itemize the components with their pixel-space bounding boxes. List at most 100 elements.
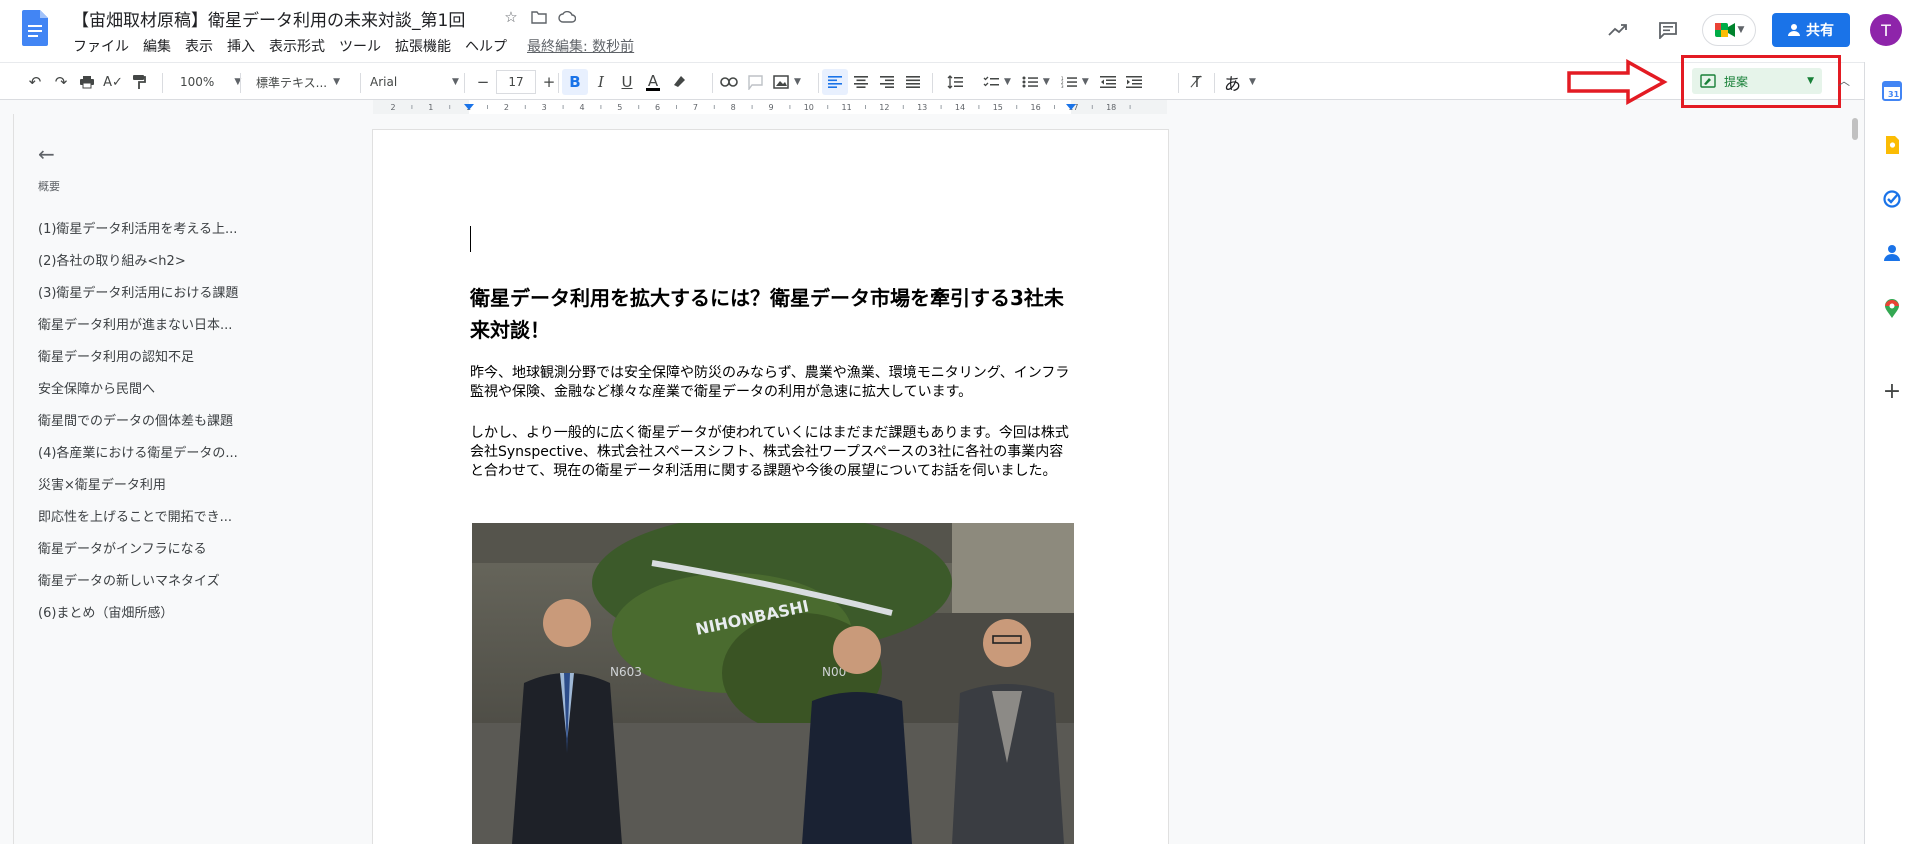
spellcheck-icon[interactable]: A✓ [100, 69, 126, 95]
outline-item[interactable]: 衛星データの新しいマネタイズ [38, 566, 298, 598]
tasks-icon[interactable] [1881, 188, 1903, 210]
paragraph-style-value: 標準テキス... [256, 75, 328, 90]
document-paragraph[interactable]: 昨今、地球観測分野では安全保障や防災のみならず、農業や漁業、環境モニタリング、イ… [470, 364, 1070, 402]
align-right-icon[interactable] [874, 69, 900, 95]
outline-item[interactable]: 衛星データ利用が進まない日本... [38, 310, 298, 342]
meet-caret-icon: ▼ [1737, 25, 1745, 35]
font-caret-icon: ▼ [452, 77, 459, 87]
add-comment-icon[interactable] [742, 69, 768, 95]
menu-insert[interactable]: 挿入 [220, 36, 262, 56]
maps-icon[interactable] [1881, 298, 1903, 320]
outline-item[interactable]: (1)衛星データ利活用を考える上... [38, 214, 298, 246]
increase-indent-icon[interactable] [1121, 69, 1147, 95]
ruler-tick-label: 11 [842, 103, 852, 112]
menu-file[interactable]: ファイル [66, 36, 136, 56]
outline-item[interactable]: (4)各産業における衛星データの... [38, 438, 298, 470]
checklist-icon[interactable] [978, 69, 1004, 95]
menu-tools[interactable]: ツール [332, 36, 388, 56]
outline-item[interactable]: 安全保障から民間へ [38, 374, 298, 406]
outline-item[interactable]: 衛星データ利用の認知不足 [38, 342, 298, 374]
last-edit-link[interactable]: 最終編集: 数秒前 [520, 36, 641, 56]
insert-group: ▼ [716, 63, 801, 101]
vertical-ruler[interactable] [0, 114, 14, 844]
ruler-tick-label: 12 [879, 103, 889, 112]
italic-icon[interactable]: I [588, 69, 614, 95]
font-family-value: Arial [370, 75, 398, 89]
close-outline-arrow-icon[interactable]: ← [38, 142, 298, 166]
text-color-icon[interactable]: A [640, 69, 666, 95]
checklist-caret-icon[interactable]: ▼ [1004, 77, 1011, 87]
input-tools-caret-icon: ▼ [1249, 77, 1256, 87]
numbered-list-icon[interactable]: 123 [1056, 69, 1082, 95]
line-spacing-icon[interactable] [942, 69, 968, 95]
outline-item[interactable]: 衛星間でのデータの個体差も課題 [38, 406, 298, 438]
outline-item[interactable]: (2)各社の取り組み<h2> [38, 246, 298, 278]
comment-history-icon[interactable] [1650, 12, 1686, 48]
share-button[interactable]: 共有 [1772, 13, 1850, 47]
keep-icon[interactable] [1881, 134, 1903, 156]
ruler-tick-label: 2 [504, 103, 509, 112]
outline-list: (1)衛星データ利活用を考える上... (2)各社の取り組み<h2> (3)衛星… [38, 214, 298, 630]
share-button-label: 共有 [1806, 23, 1834, 39]
numbered-list-caret-icon[interactable]: ▼ [1082, 77, 1089, 87]
bulleted-list-caret-icon[interactable]: ▼ [1043, 77, 1050, 87]
print-icon[interactable] [74, 69, 100, 95]
menu-bar: ファイル 編集 表示 挿入 表示形式 ツール 拡張機能 ヘルプ 最終編集: 数秒… [66, 36, 641, 56]
highlight-color-icon[interactable] [666, 69, 692, 95]
outline-item[interactable]: 衛星データがインフラになる [38, 534, 298, 566]
collapse-menu-icon[interactable]: ︿ [1838, 72, 1850, 89]
star-icon[interactable]: ☆ [502, 8, 520, 26]
document-page[interactable]: 衛星データ利用を拡大するには？衛星データ市場を牽引する3社未来対談！ 昨今、地球… [373, 130, 1168, 844]
document-paragraph[interactable]: しかし、より一般的に広く衛星データが使われていくにはまだまだ課題もあります。今回… [470, 424, 1070, 481]
outline-item[interactable]: (3)衛星データ利活用における課題 [38, 278, 298, 310]
menu-edit[interactable]: 編集 [136, 36, 178, 56]
redo-icon[interactable]: ↷ [48, 69, 74, 95]
undo-icon[interactable]: ↶ [22, 69, 48, 95]
decrease-font-size-icon[interactable]: − [470, 69, 496, 95]
outline-item[interactable]: (6)まとめ（宙畑所感） [38, 598, 298, 630]
interview-photo[interactable]: NIHONBASHI N603 N00 [472, 523, 1074, 844]
ruler-tick-label: 13 [917, 103, 927, 112]
add-addon-icon[interactable]: + [1881, 379, 1903, 404]
menu-extensions[interactable]: 拡張機能 [388, 36, 458, 56]
document-heading[interactable]: 衛星データ利用を拡大するには？衛星データ市場を牽引する3社未来対談！ [470, 282, 1070, 346]
paint-format-icon[interactable] [126, 69, 152, 95]
ruler-tick-label: 4 [579, 103, 584, 112]
bold-icon[interactable]: B [562, 69, 588, 95]
outline-title: 概要 [38, 180, 60, 193]
decrease-indent-icon[interactable] [1095, 69, 1121, 95]
zoom-select[interactable]: 100% ▼ [180, 63, 241, 101]
align-justify-icon[interactable] [900, 69, 926, 95]
input-tools-select[interactable]: あ ▼ [1224, 63, 1256, 101]
activity-trend-icon[interactable] [1600, 12, 1636, 48]
svg-text:31: 31 [1888, 90, 1900, 99]
bulleted-list-icon[interactable] [1017, 69, 1043, 95]
header-actions: ▼ 共有 T [1600, 12, 1902, 48]
font-size-input[interactable]: 17 [496, 70, 536, 94]
outline-item[interactable]: 即応性を上げることで開拓でき... [38, 502, 298, 534]
outline-item[interactable]: 災害×衛星データ利用 [38, 470, 298, 502]
horizontal-ruler[interactable]: 21123456789101112131415161718 [373, 100, 1167, 114]
user-avatar[interactable]: T [1870, 14, 1902, 46]
paragraph-style-select[interactable]: 標準テキス... ▼ [256, 63, 340, 101]
document-title[interactable]: 【宙畑取材原稿】衛星データ利用の未来対談_第1回 [72, 6, 465, 31]
menu-help[interactable]: ヘルプ [458, 36, 514, 56]
google-docs-logo-icon[interactable] [22, 10, 48, 46]
underline-icon[interactable]: U [614, 69, 640, 95]
menu-view[interactable]: 表示 [178, 36, 220, 56]
insert-image-caret-icon[interactable]: ▼ [794, 77, 801, 87]
contacts-icon[interactable] [1881, 242, 1903, 264]
meet-button[interactable]: ▼ [1702, 14, 1756, 46]
font-family-select[interactable]: Arial ▼ [370, 63, 459, 101]
align-center-icon[interactable] [848, 69, 874, 95]
align-left-icon[interactable] [822, 69, 848, 95]
insert-link-icon[interactable] [716, 69, 742, 95]
ruler-tick-label: 16 [1031, 103, 1041, 112]
calendar-icon[interactable]: 31 [1881, 80, 1903, 102]
move-folder-icon[interactable] [530, 8, 548, 26]
clear-formatting-icon[interactable]: T̸ [1184, 69, 1210, 95]
scrollbar-thumb[interactable] [1852, 118, 1858, 140]
menu-format[interactable]: 表示形式 [262, 36, 332, 56]
cloud-saved-icon[interactable] [558, 8, 576, 26]
insert-image-icon[interactable] [768, 69, 794, 95]
